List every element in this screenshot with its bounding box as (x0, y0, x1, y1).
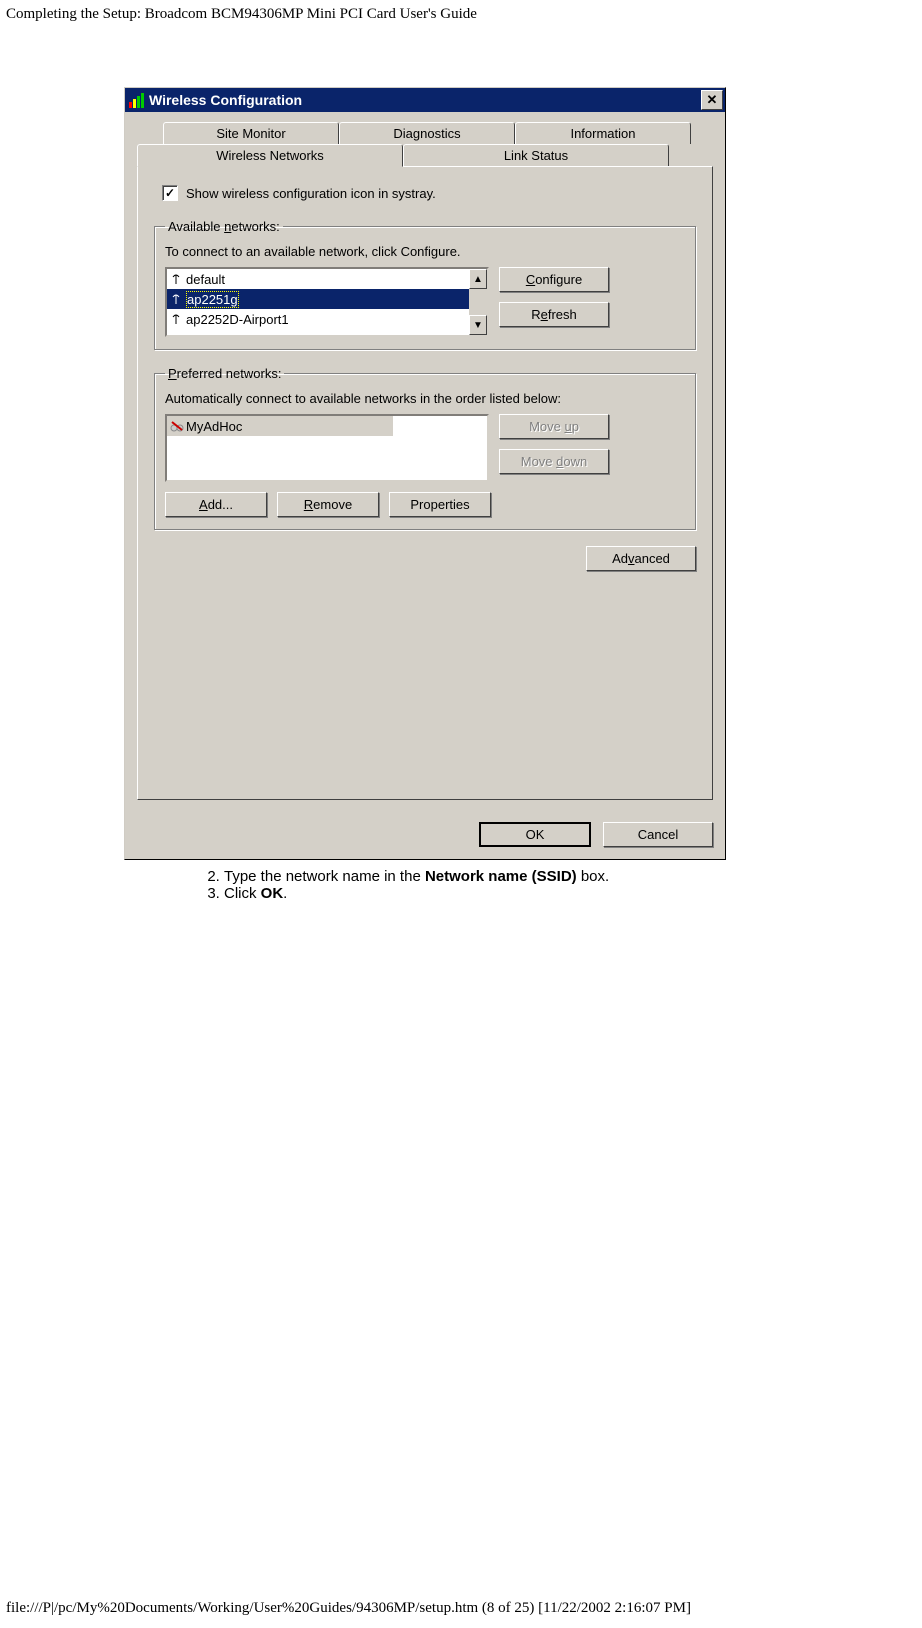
configure-button[interactable]: Configure (499, 267, 609, 292)
window-title: Wireless Configuration (149, 92, 302, 108)
list-item[interactable]: default (167, 269, 469, 289)
available-networks-list[interactable]: default ap2251g ap2252D-Airport1 (165, 267, 489, 337)
dialog-screenshot: Wireless Configuration ✕ Site Monitor Di… (124, 87, 724, 902)
tab-information[interactable]: Information (515, 122, 691, 144)
instruction-steps: Type the network name in the Network nam… (180, 868, 724, 902)
wireless-config-dialog: Wireless Configuration ✕ Site Monitor Di… (124, 87, 726, 860)
titlebar: Wireless Configuration ✕ (125, 88, 725, 112)
move-down-button: Move down (499, 449, 609, 474)
antenna-icon (170, 313, 182, 325)
step-3: Click OK. (224, 885, 724, 902)
remove-button[interactable]: Remove (277, 492, 379, 517)
cancel-button[interactable]: Cancel (603, 822, 713, 847)
tab-link-status[interactable]: Link Status (403, 144, 669, 166)
move-up-button: Move up (499, 414, 609, 439)
tab-wireless-networks[interactable]: Wireless Networks (137, 144, 403, 167)
step-2: Type the network name in the Network nam… (224, 868, 724, 885)
tab-site-monitor[interactable]: Site Monitor (163, 122, 339, 144)
available-legend: Available networks: (165, 219, 283, 234)
properties-button[interactable]: Properties (389, 492, 491, 517)
antenna-icon (170, 273, 182, 285)
adhoc-icon (170, 420, 182, 432)
preferred-text: Automatically connect to available netwo… (165, 391, 685, 406)
systray-label: Show wireless configuration icon in syst… (186, 186, 436, 201)
refresh-button[interactable]: Refresh (499, 302, 609, 327)
scrollbar[interactable]: ▲ ▼ (469, 269, 487, 335)
available-text: To connect to an available network, clic… (165, 244, 685, 259)
list-item[interactable]: ap2251g (167, 289, 469, 309)
preferred-networks-list[interactable]: MyAdHoc (165, 414, 489, 482)
close-button[interactable]: ✕ (701, 90, 723, 110)
scroll-up-icon[interactable]: ▲ (469, 269, 487, 289)
systray-checkbox[interactable]: ✓ (162, 185, 178, 201)
list-item[interactable]: ap2252D-Airport1 (167, 309, 469, 329)
page-header: Completing the Setup: Broadcom BCM94306M… (0, 0, 922, 23)
page-footer: file:///P|/pc/My%20Documents/Working/Use… (6, 1600, 691, 1617)
tab-diagnostics[interactable]: Diagnostics (339, 122, 515, 144)
scroll-down-icon[interactable]: ▼ (469, 315, 487, 335)
available-networks-group: Available networks: To connect to an ava… (154, 219, 696, 350)
antenna-icon (170, 293, 182, 305)
advanced-button[interactable]: Advanced (586, 546, 696, 571)
preferred-legend: Preferred networks: (165, 366, 284, 381)
add-button[interactable]: Add... (165, 492, 267, 517)
tab-panel: ✓ Show wireless configuration icon in sy… (137, 166, 713, 800)
signal-icon (129, 92, 145, 108)
preferred-networks-group: Preferred networks: Automatically connec… (154, 366, 696, 530)
list-item[interactable]: MyAdHoc (167, 416, 393, 436)
ok-button[interactable]: OK (479, 822, 591, 847)
